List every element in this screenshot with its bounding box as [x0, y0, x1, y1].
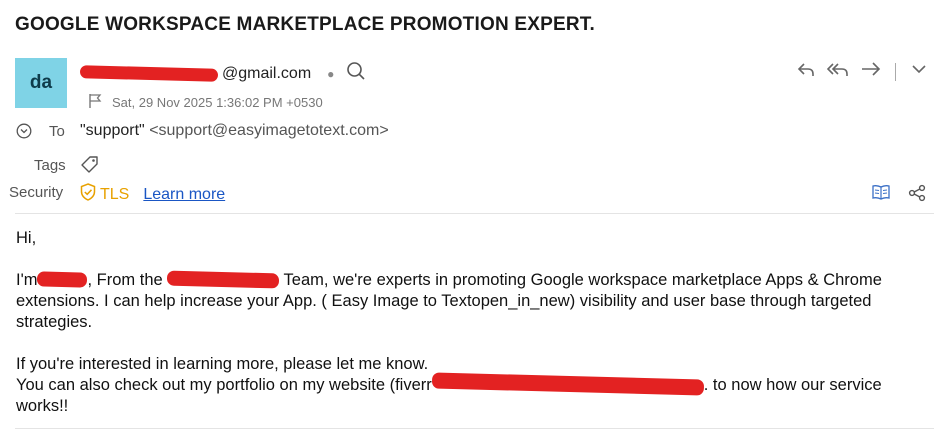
- recipient-name: "support": [80, 122, 145, 139]
- avatar[interactable]: da: [15, 58, 67, 108]
- actions-divider: [895, 62, 896, 81]
- view-actions: [872, 184, 926, 207]
- separator-dot: ●: [327, 66, 335, 81]
- redacted-company: [167, 270, 280, 289]
- email-date: Sat, 29 Nov 2025 1:36:02 PM +0530: [112, 95, 323, 110]
- redacted-portfolio-link[interactable]: [431, 372, 704, 396]
- reply-all-icon[interactable]: [826, 60, 849, 83]
- learn-more-link[interactable]: Learn more: [143, 186, 225, 204]
- greeting: Hi,: [16, 229, 37, 247]
- recipient[interactable]: "support" <support@easyimagetotext.com>: [80, 122, 389, 140]
- tags-label: Tags: [34, 157, 66, 174]
- forward-icon[interactable]: [861, 60, 881, 83]
- sender-email[interactable]: @gmail.com: [222, 65, 311, 83]
- expand-circle-icon[interactable]: [16, 123, 32, 144]
- email-body: Hi, I'm, From the Team, we're experts in…: [16, 228, 932, 417]
- tag-icon[interactable]: [80, 154, 100, 179]
- to-label: To: [49, 123, 65, 140]
- header-divider: [15, 213, 934, 214]
- recipient-address: <support@easyimagetotext.com>: [149, 122, 389, 139]
- date-row: Sat, 29 Nov 2025 1:36:02 PM +0530: [88, 93, 323, 112]
- reader-icon[interactable]: [872, 184, 890, 207]
- reply-icon[interactable]: [797, 60, 815, 83]
- sender-row: @gmail.com ●: [79, 61, 366, 86]
- redacted-name: [37, 271, 88, 288]
- body-paragraph-2: If you're interested in learning more, p…: [16, 355, 429, 373]
- body-paragraph-3: You can also check out my portfolio on m…: [16, 372, 932, 417]
- security-label: Security: [9, 184, 64, 201]
- message-actions: [797, 60, 928, 83]
- redacted-sender: [79, 65, 219, 82]
- share-icon[interactable]: [908, 184, 926, 207]
- tls-badge: TLS: [100, 185, 130, 203]
- shield-check-icon: [80, 183, 96, 206]
- body-paragraph-1: I'm, From the Team, we're experts in pro…: [16, 270, 882, 331]
- security-status: TLS Learn more: [80, 183, 225, 206]
- search-icon[interactable]: [346, 61, 366, 86]
- chevron-down-icon[interactable]: [910, 60, 928, 83]
- email-subject: GOOGLE WORKSPACE MARKETPLACE PROMOTION E…: [15, 14, 595, 35]
- flag-icon[interactable]: [88, 93, 112, 112]
- footer-divider: [15, 428, 934, 429]
